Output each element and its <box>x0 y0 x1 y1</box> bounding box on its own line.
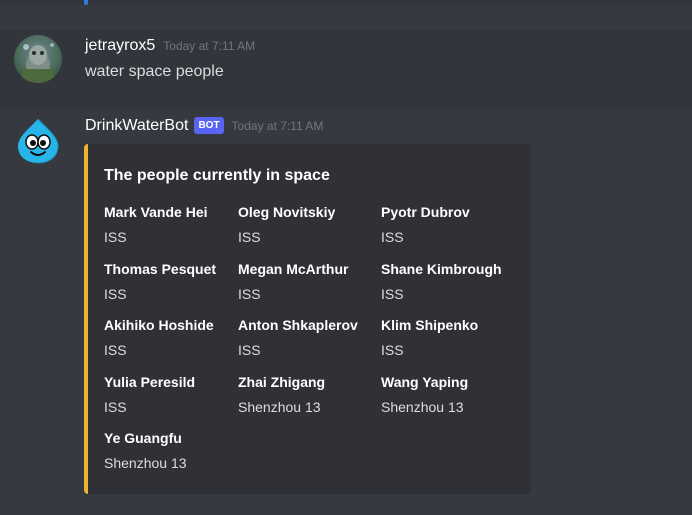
field-value: ISS <box>238 342 261 358</box>
field-name: Shane Kimbrough <box>381 261 502 277</box>
water-drop-avatar-icon <box>18 118 59 164</box>
field-name: Ye Guangfu <box>104 430 182 446</box>
field-value: ISS <box>104 399 127 415</box>
timestamp[interactable]: Today at 7:11 AM <box>232 119 324 133</box>
embed-field: Zhai Zhigang Shenzhou 13 <box>238 372 325 417</box>
field-name: Mark Vande Hei <box>104 204 208 220</box>
user-avatar[interactable] <box>14 35 62 83</box>
field-value: ISS <box>104 342 127 358</box>
field-name: Anton Shkaplerov <box>238 317 358 333</box>
embed-field: Thomas Pesquet ISS <box>104 259 216 304</box>
field-value: Shenzhou 13 <box>104 455 187 471</box>
username[interactable]: DrinkWaterBot <box>85 117 188 135</box>
username[interactable]: jetrayrox5 <box>85 37 155 55</box>
field-name: Yulia Peresild <box>104 374 196 390</box>
embed-field: Ye Guangfu Shenzhou 13 <box>104 428 187 473</box>
field-value: ISS <box>104 229 127 245</box>
field-name: Oleg Novitskiy <box>238 204 336 220</box>
embed-title: The people currently in space <box>104 167 330 184</box>
bot-tag: BOT <box>194 117 224 134</box>
embed-field: Yulia Peresild ISS <box>104 372 195 417</box>
embed-field: Klim Shipenko ISS <box>381 315 478 360</box>
field-name: Wang Yaping <box>381 374 469 390</box>
message-header: jetrayrox5 Today at 7:11 AM <box>85 37 255 55</box>
embed-field: Akihiko Hoshide ISS <box>104 315 214 360</box>
embed-field: Pyotr Dubrov ISS <box>381 202 470 247</box>
field-name: Megan McArthur <box>238 261 349 277</box>
field-value: ISS <box>238 286 261 302</box>
embed-field: Oleg Novitskiy ISS <box>238 202 335 247</box>
field-name: Pyotr Dubrov <box>381 204 470 220</box>
embed-field: Mark Vande Hei ISS <box>104 202 208 247</box>
field-value: Shenzhou 13 <box>381 399 464 415</box>
previous-message-area <box>0 0 692 5</box>
message-jetrayrox5[interactable]: jetrayrox5 Today at 7:11 AM water space … <box>0 30 692 108</box>
field-value: ISS <box>381 342 404 358</box>
field-name: Akihiko Hoshide <box>104 317 214 333</box>
chat-bottom-spacer <box>0 500 692 515</box>
field-name: Klim Shipenko <box>381 317 479 333</box>
field-value: ISS <box>104 286 127 302</box>
embed-field: Wang Yaping Shenzhou 13 <box>381 372 468 417</box>
field-value: Shenzhou 13 <box>238 399 321 415</box>
embed-field: Anton Shkaplerov ISS <box>238 315 358 360</box>
embed-field: Shane Kimbrough ISS <box>381 259 502 304</box>
field-value: ISS <box>238 229 261 245</box>
previous-embed-accent <box>84 0 88 5</box>
user-avatar-icon <box>22 43 54 83</box>
field-value: ISS <box>381 229 404 245</box>
field-value: ISS <box>381 286 404 302</box>
message-header: DrinkWaterBot BOT Today at 7:11 AM <box>85 117 323 136</box>
message-drinkwaterbot[interactable]: DrinkWaterBot BOT Today at 7:11 AM The p… <box>0 108 692 500</box>
bot-avatar[interactable] <box>14 116 62 164</box>
embed-field: Megan McArthur ISS <box>238 259 348 304</box>
field-name: Zhai Zhigang <box>238 374 326 390</box>
embed: The people currently in space Mark Vande… <box>84 144 531 494</box>
timestamp[interactable]: Today at 7:11 AM <box>163 39 255 53</box>
field-name: Thomas Pesquet <box>104 261 217 277</box>
message-content: water space people <box>85 63 224 80</box>
